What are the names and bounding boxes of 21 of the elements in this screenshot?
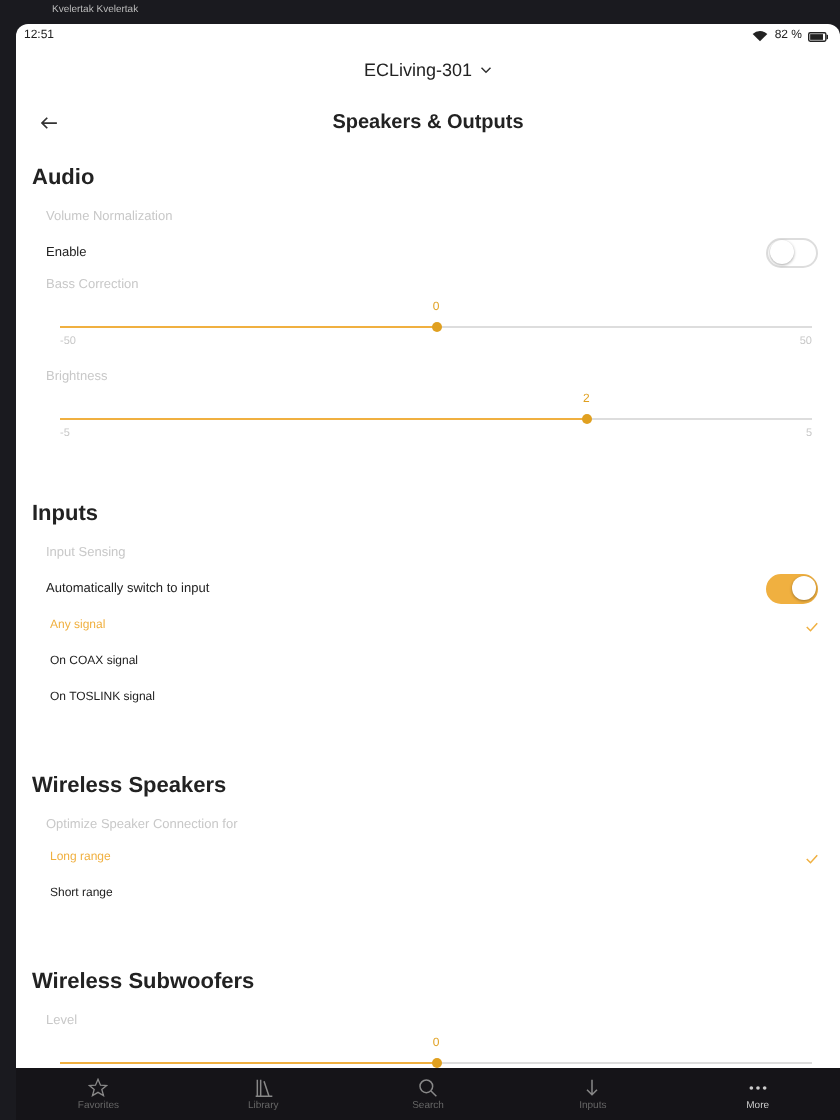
slider-thumb[interactable] [431,1058,441,1068]
section-heading: Wireless Speakers [32,772,227,802]
slider-thumb[interactable] [581,414,592,424]
chevron-down-icon[interactable] [480,66,493,74]
slider-thumb[interactable] [431,322,441,332]
device-selector[interactable]: ECLiving-301 [363,60,473,80]
checkmark-icon[interactable] [806,853,818,863]
down-arrow-icon[interactable] [582,1077,603,1097]
page-title: Speakers & Outputs [332,111,524,133]
wifi-icon [752,30,769,42]
checkmark-icon[interactable] [806,621,818,631]
battery-icon [808,31,828,41]
toggle-switch[interactable] [766,237,818,267]
section-heading: Inputs [32,500,98,530]
toggle-switch[interactable] [766,573,818,603]
back-arrow-icon[interactable] [40,115,58,129]
search-icon[interactable] [418,1077,439,1097]
section-heading: Wireless Subwoofers [32,968,255,998]
star-icon[interactable] [88,1077,109,1097]
books-icon[interactable] [253,1077,274,1097]
section-heading: Audio [32,164,95,194]
